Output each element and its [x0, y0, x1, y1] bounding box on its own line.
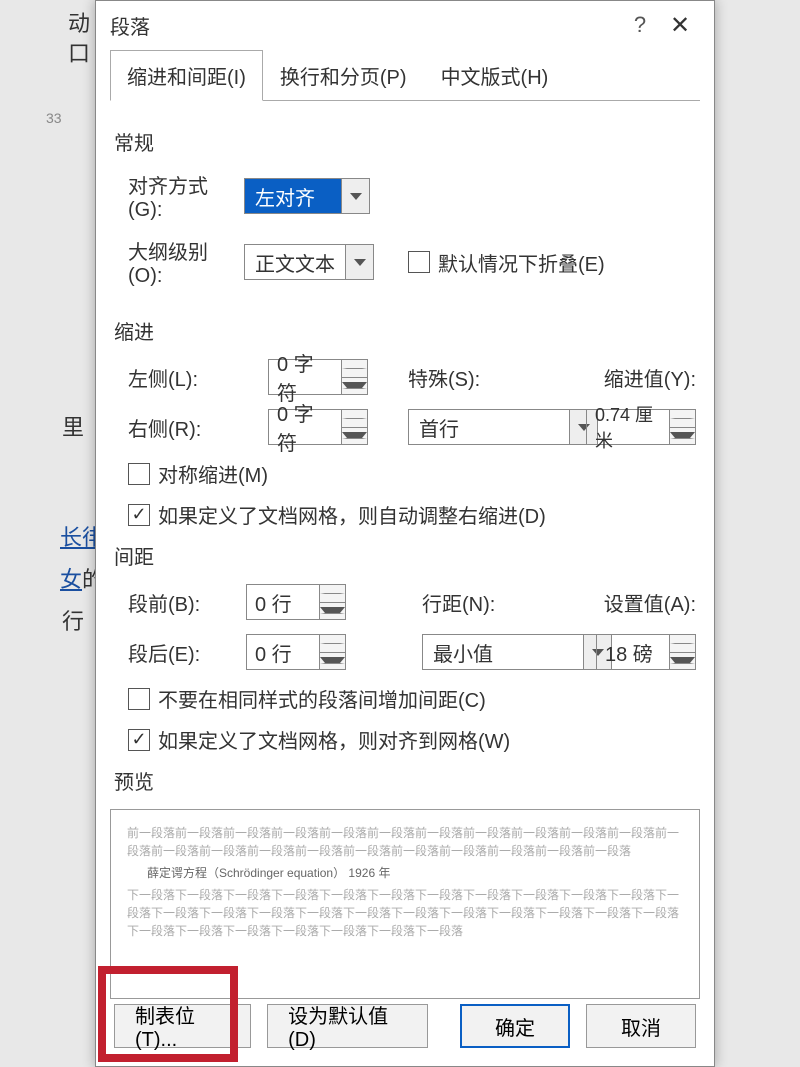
indent-right-value: 0 字符 — [269, 410, 341, 444]
spinner-down-icon[interactable] — [342, 428, 367, 445]
spacing-at-label: 设置值(A): — [550, 588, 696, 617]
spinner-down-icon[interactable] — [342, 378, 367, 395]
spinner-down-icon[interactable] — [670, 653, 695, 670]
indent-left-label: 左侧(L): — [128, 363, 258, 392]
snap-grid-label: 如果定义了文档网格，则对齐到网格(W) — [158, 725, 510, 754]
indent-by-spinner[interactable]: 0.74 厘米 — [586, 409, 696, 445]
collapse-checkbox[interactable] — [408, 251, 430, 273]
space-before-spinner[interactable]: 0 行 — [246, 584, 346, 620]
spinner-down-icon[interactable] — [320, 653, 345, 670]
spinner-down-icon[interactable] — [670, 428, 695, 445]
space-after-value: 0 行 — [247, 635, 319, 669]
tab-strip: 缩进和间距(I) 换行和分页(P) 中文版式(H) — [110, 49, 700, 101]
outline-value: 正文文本 — [245, 245, 345, 279]
section-general: 常规 — [114, 127, 696, 156]
space-after-label: 段后(E): — [128, 638, 238, 667]
close-button[interactable]: ✕ — [660, 11, 700, 40]
special-label: 特殊(S): — [408, 363, 568, 392]
mirror-indent-label: 对称缩进(M) — [158, 459, 268, 488]
spinner-up-icon[interactable] — [342, 360, 367, 378]
line-spacing-label: 行距(N): — [422, 588, 542, 617]
indent-by-label: 缩进值(Y): — [578, 363, 696, 392]
indent-by-value: 0.74 厘米 — [587, 410, 669, 444]
section-indent: 缩进 — [114, 316, 696, 345]
cancel-button[interactable]: 取消 — [586, 1004, 696, 1048]
auto-adjust-label: 如果定义了文档网格，则自动调整右缩进(D) — [158, 500, 546, 529]
special-value: 首行 — [409, 410, 569, 444]
spinner-up-icon[interactable] — [670, 635, 695, 653]
indent-right-spinner[interactable]: 0 字符 — [268, 409, 368, 445]
dialog-title: 段落 — [110, 11, 150, 40]
preview-box: 前一段落前一段落前一段落前一段落前一段落前一段落前一段落前一段落前一段落前一段落… — [110, 809, 700, 999]
spinner-up-icon[interactable] — [670, 410, 695, 428]
bg-text: 行 — [62, 604, 84, 636]
spinner-up-icon[interactable] — [320, 635, 345, 653]
preview-before-text: 前一段落前一段落前一段落前一段落前一段落前一段落前一段落前一段落前一段落前一段落… — [127, 824, 683, 860]
help-button[interactable]: ? — [620, 12, 660, 38]
title-bar: 段落 ? ✕ — [96, 1, 714, 49]
alignment-select[interactable]: 左对齐 — [244, 178, 370, 214]
tab-line-page-breaks[interactable]: 换行和分页(P) — [263, 50, 424, 101]
tab-asian-typography[interactable]: 中文版式(H) — [424, 50, 566, 101]
auto-adjust-checkbox[interactable]: ✓ — [128, 504, 150, 526]
dialog-footer: 制表位(T)... 设为默认值(D) 确定 取消 — [96, 1004, 714, 1048]
space-before-value: 0 行 — [247, 585, 319, 619]
no-same-style-checkbox[interactable] — [128, 688, 150, 710]
spacing-at-value: 18 磅 — [597, 635, 669, 669]
mirror-indent-checkbox[interactable] — [128, 463, 150, 485]
set-default-button[interactable]: 设为默认值(D) — [267, 1004, 428, 1048]
tab-indent-spacing[interactable]: 缩进和间距(I) — [110, 50, 263, 101]
chevron-down-icon[interactable] — [341, 179, 369, 213]
bg-text: 里 — [62, 410, 84, 442]
alignment-label: 对齐方式(G): — [114, 170, 234, 222]
ruler-number: 33 — [46, 110, 62, 126]
alignment-value: 左对齐 — [245, 179, 341, 213]
bg-text: 口 — [68, 36, 90, 68]
line-spacing-value: 最小值 — [423, 635, 583, 669]
outline-label: 大纲级别(O): — [114, 236, 234, 288]
no-same-style-label: 不要在相同样式的段落间增加间距(C) — [158, 684, 486, 713]
special-select[interactable]: 首行 — [408, 409, 598, 445]
indent-left-value: 0 字符 — [269, 360, 341, 394]
section-spacing: 间距 — [114, 541, 696, 570]
paragraph-dialog: 段落 ? ✕ 缩进和间距(I) 换行和分页(P) 中文版式(H) 常规 对齐方式… — [95, 0, 715, 1067]
spinner-down-icon[interactable] — [320, 603, 345, 620]
indent-left-spinner[interactable]: 0 字符 — [268, 359, 368, 395]
outline-select[interactable]: 正文文本 — [244, 244, 374, 280]
space-before-label: 段前(B): — [128, 588, 238, 617]
spinner-up-icon[interactable] — [320, 585, 345, 603]
preview-sample-text: 薛定谔方程（Schrödinger equation） 1926 年 — [127, 864, 683, 882]
spinner-up-icon[interactable] — [342, 410, 367, 428]
ok-button[interactable]: 确定 — [460, 1004, 570, 1048]
collapse-label: 默认情况下折叠(E) — [438, 248, 605, 277]
tabs-button[interactable]: 制表位(T)... — [114, 1004, 251, 1048]
spacing-at-spinner[interactable]: 18 磅 — [596, 634, 696, 670]
indent-right-label: 右侧(R): — [128, 413, 258, 442]
chevron-down-icon[interactable] — [345, 245, 373, 279]
preview-after-text: 下一段落下一段落下一段落下一段落下一段落下一段落下一段落下一段落下一段落下一段落… — [127, 886, 683, 940]
snap-grid-checkbox[interactable]: ✓ — [128, 729, 150, 751]
space-after-spinner[interactable]: 0 行 — [246, 634, 346, 670]
bg-text: 动 — [68, 6, 90, 38]
line-spacing-select[interactable]: 最小值 — [422, 634, 612, 670]
section-preview: 预览 — [114, 766, 696, 795]
